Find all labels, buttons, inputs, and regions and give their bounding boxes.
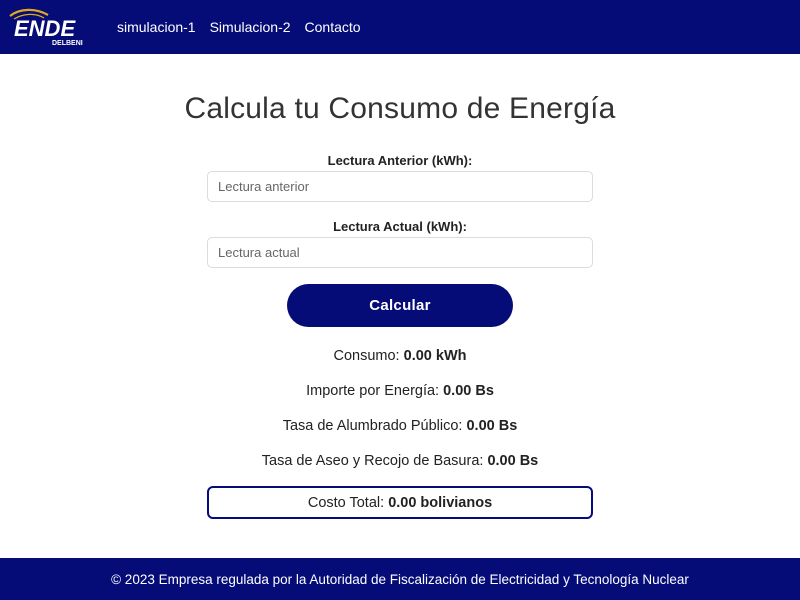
result-consumo-label: Consumo: xyxy=(333,348,404,364)
page-title: Calcula tu Consumo de Energía xyxy=(184,92,616,125)
result-alumbrado-value: 0.00 Bs xyxy=(466,418,518,434)
result-aseo: Tasa de Aseo y Recojo de Basura: 0.00 Bs xyxy=(0,453,800,469)
result-importe-label: Importe por Energía: xyxy=(306,383,444,399)
calculator-section: Calcula tu Consumo de Energía Lectura An… xyxy=(0,54,800,558)
result-importe-value: 0.00 Bs xyxy=(443,383,494,399)
nav-links: simulacion-1 Simulacion-2 Contacto xyxy=(117,0,361,54)
result-aseo-value: 0.00 Bs xyxy=(487,453,539,469)
total-cost-value: 0.00 bolivianos xyxy=(388,494,493,511)
lectura-anterior-label: Lectura Anterior (kWh): xyxy=(327,153,473,168)
lectura-anterior-input[interactable] xyxy=(207,171,593,202)
top-navbar: ENDE DELBENI simulacion-1 Simulacion-2 C… xyxy=(0,0,800,54)
result-alumbrado-label: Tasa de Alumbrado Público: xyxy=(282,418,467,434)
result-consumo-value: 0.00 kWh xyxy=(403,348,467,364)
nav-link-simulacion-1[interactable]: simulacion-1 xyxy=(117,19,196,35)
ende-logo[interactable]: ENDE DELBENI xyxy=(6,6,94,48)
lectura-actual-input[interactable] xyxy=(207,237,593,268)
result-importe: Importe por Energía: 0.00 Bs xyxy=(0,383,800,399)
result-consumo: Consumo: 0.00 kWh xyxy=(0,348,800,364)
calcular-button[interactable]: Calcular xyxy=(287,284,513,327)
logo-text: ENDE xyxy=(14,16,76,41)
total-cost-label: Costo Total: xyxy=(307,494,385,511)
result-alumbrado: Tasa de Alumbrado Público: 0.00 Bs xyxy=(0,418,800,434)
result-aseo-label: Tasa de Aseo y Recojo de Basura: xyxy=(261,453,488,469)
footer: © 2023 Empresa regulada por la Autoridad… xyxy=(0,558,800,600)
lectura-actual-label: Lectura Actual (kWh): xyxy=(333,219,467,234)
total-cost-box: Costo Total: 0.00 bolivianos xyxy=(207,486,593,519)
logo-subtext: DELBENI xyxy=(52,40,83,47)
footer-text: © 2023 Empresa regulada por la Autoridad… xyxy=(111,571,689,587)
nav-link-contacto[interactable]: Contacto xyxy=(305,19,361,35)
nav-link-simulacion-2[interactable]: Simulacion-2 xyxy=(210,19,291,35)
